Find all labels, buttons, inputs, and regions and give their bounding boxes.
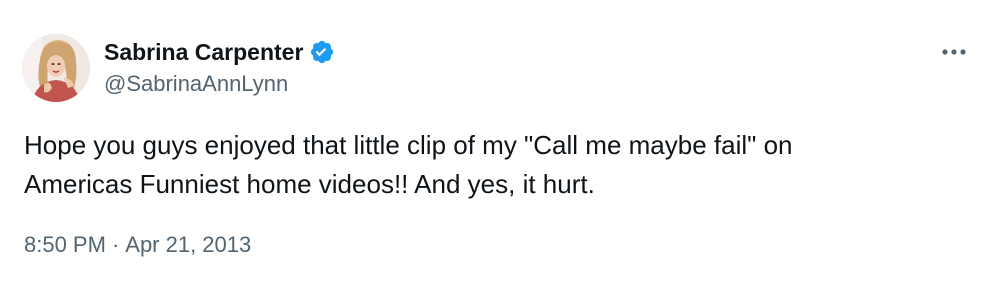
tweet-timestamp[interactable]: 8:50 PM · Apr 21, 2013: [24, 232, 251, 258]
tweet-text-line: Americas Funniest home videos!! And yes,…: [24, 169, 595, 199]
avatar-photo: [22, 34, 90, 102]
tweet-card: Sabrina Carpenter @SabrinaAnnLynn Hope y…: [0, 0, 990, 286]
tweet-text-line: Hope you guys enjoyed that little clip o…: [24, 130, 793, 160]
avatar[interactable]: [22, 34, 90, 102]
author-name-row: Sabrina Carpenter: [104, 34, 335, 70]
more-options-icon[interactable]: [938, 40, 970, 64]
meta-separator: ·: [111, 232, 120, 257]
verified-badge-icon: [309, 39, 335, 65]
tweet-time: 8:50 PM: [24, 232, 106, 257]
tweet-text: Hope you guys enjoyed that little clip o…: [24, 126, 954, 204]
author-handle[interactable]: @SabrinaAnnLynn: [104, 71, 288, 97]
tweet-date: Apr 21, 2013: [125, 232, 252, 257]
author-display-name[interactable]: Sabrina Carpenter: [104, 39, 303, 66]
